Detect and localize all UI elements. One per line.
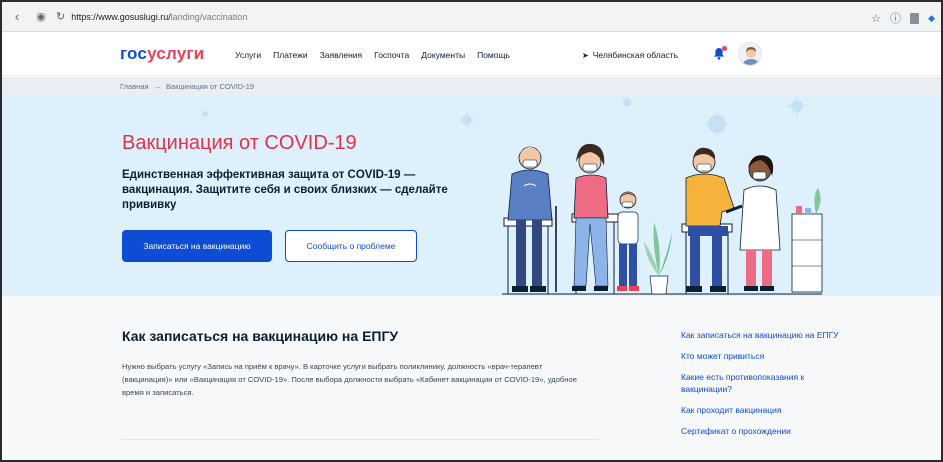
region-selector[interactable]: ➤ Челябинская область — [582, 50, 678, 60]
menu-item-help[interactable]: Помощь — [477, 50, 510, 60]
region-label: Челябинская область — [592, 50, 679, 60]
menu-item-documents[interactable]: Документы — [421, 50, 465, 60]
section-divider — [122, 439, 598, 440]
url-path: landing/vaccination — [170, 11, 248, 22]
side-navigation: Как записаться на вакцинацию на ЕПГУ Кто… — [681, 329, 851, 446]
logo-part-uslugi: услуги — [147, 44, 205, 63]
report-problem-button[interactable]: Сообщить о проблеме — [285, 230, 417, 262]
logo-part-gos: гос — [120, 44, 148, 63]
side-link-how-to-book[interactable]: Как записаться на вакцинацию на ЕПГУ — [681, 329, 851, 341]
hero-title: Вакцинация от COVID-19 — [122, 132, 357, 154]
extension-diamond-icon[interactable]: ◆ — [928, 13, 935, 24]
info-icon[interactable]: ⓘ — [890, 10, 901, 26]
breadcrumb-separator: → — [153, 82, 162, 91]
notification-dot — [722, 46, 727, 51]
menu-item-applications[interactable]: Заявления — [320, 50, 363, 60]
book-vaccination-button[interactable]: Записаться на вакцинацию — [122, 230, 272, 262]
breadcrumb-current: Вакцинация от COVID-19 — [166, 82, 255, 91]
browser-toolbar: ‹ ◉ ↻ https://www.gosuslugi.ru/landing/v… — [2, 2, 941, 32]
main-content: Как записаться на вакцинацию на ЕПГУ Нуж… — [2, 296, 941, 460]
breadcrumb-home[interactable]: Главная — [120, 82, 149, 91]
back-icon[interactable]: ‹ — [10, 9, 24, 24]
bookmark-star-icon[interactable]: ☆ — [871, 12, 881, 25]
section-title: Как записаться на вакцинацию на ЕПГУ — [122, 328, 399, 344]
vaccination-illustration — [502, 143, 823, 295]
gosuslugi-logo[interactable]: госуслуги — [120, 44, 204, 64]
hero-description: Единственная эффективная защита от COVID… — [122, 169, 448, 211]
url-protocol: https://www.gosuslugi.ru/ — [71, 11, 171, 22]
hero-banner: Вакцинация от COVID-19 Единственная эффе… — [2, 96, 941, 296]
menu-item-payments[interactable]: Платежи — [273, 50, 307, 60]
side-link-certificate[interactable]: Сертификат о прохождении — [681, 425, 851, 437]
menu-item-services[interactable]: Услуги — [235, 50, 261, 60]
protection-icon[interactable]: ◉ — [34, 10, 48, 23]
browser-nav: ‹ ◉ — [10, 9, 48, 24]
browser-actions: ☆ ⓘ ◆ — [871, 10, 935, 26]
location-arrow-icon: ➤ — [582, 50, 589, 60]
reload-icon[interactable]: ↻ — [56, 10, 65, 23]
breadcrumb: Главная → Вакцинация от COVID-19 — [2, 77, 941, 96]
site-header: госуслуги Услуги Платежи Заявления Госпо… — [2, 32, 941, 76]
main-menu: Услуги Платежи Заявления Госпочта Докуме… — [235, 50, 510, 60]
menu-item-gospochta[interactable]: Госпочта — [374, 50, 409, 60]
extension-icon[interactable] — [910, 12, 920, 24]
user-avatar[interactable] — [738, 42, 762, 66]
side-link-process[interactable]: Как проходит вакцинация — [681, 404, 851, 416]
notifications-bell-icon[interactable] — [713, 46, 727, 60]
browser-window: ‹ ◉ ↻ https://www.gosuslugi.ru/landing/v… — [0, 0, 943, 462]
section-text: Нужно выбрать услугу «Запись на приём к … — [122, 362, 577, 397]
side-link-contraindications[interactable]: Какие есть противопоказания к вакцинации… — [681, 371, 851, 395]
address-bar[interactable]: ↻ https://www.gosuslugi.ru/landing/vacci… — [56, 10, 247, 23]
side-link-who-can[interactable]: Кто может привиться — [681, 350, 851, 362]
